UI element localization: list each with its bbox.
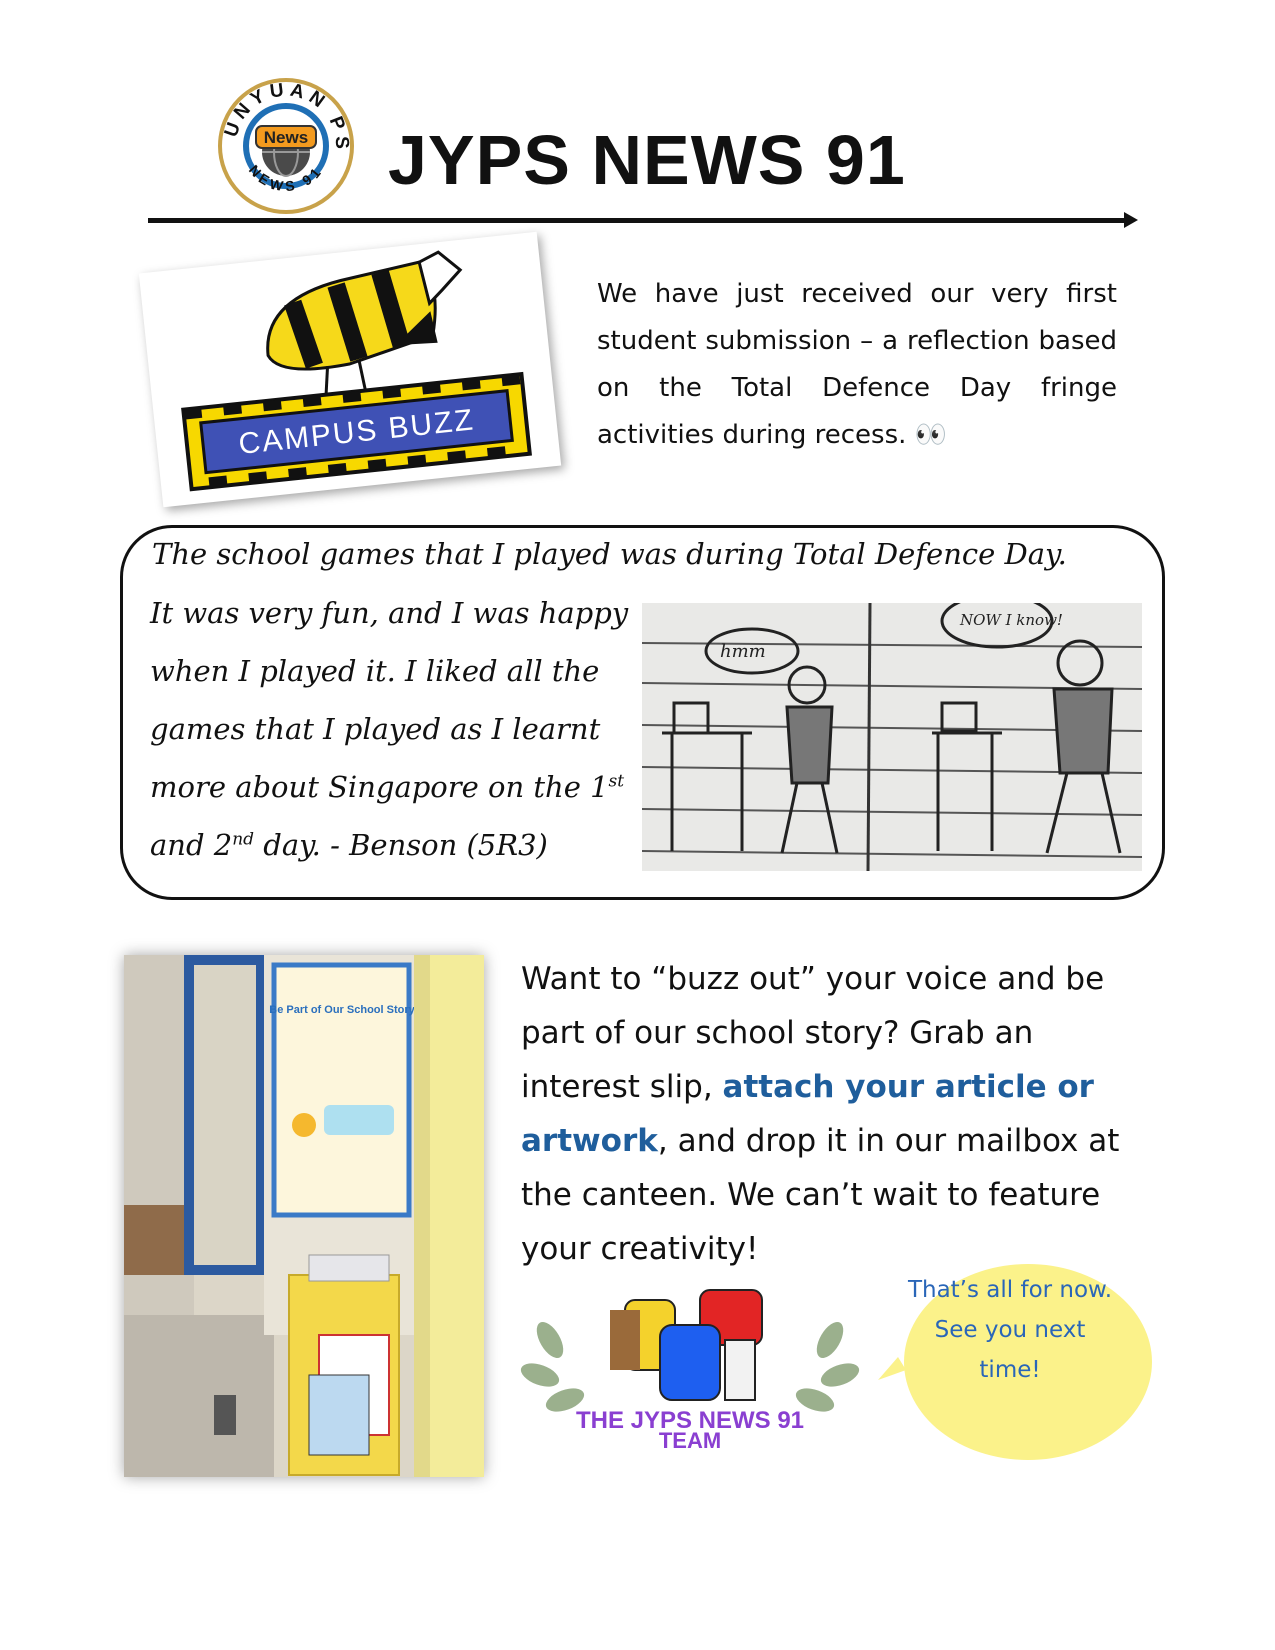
reflection-line-6: and 2nd day. - Benson (5R3)	[150, 828, 548, 862]
header-divider	[148, 218, 1128, 223]
call-to-action-paragraph: Want to “buzz out” your voice and be par…	[521, 952, 1121, 1276]
reflection-line-6-sup: nd	[232, 829, 255, 850]
closing-message: That’s all for now. See you next time!	[907, 1277, 1113, 1383]
reflection-line-2: It was very fun, and I was happy	[150, 596, 629, 630]
reflection-line-5-text: more about Singapore on the 1	[150, 770, 609, 804]
reflection-line-5-sup: st	[608, 771, 625, 792]
reflection-line-4: games that I played as I learnt	[150, 712, 601, 746]
reflection-line-3: when I played it. I liked all the	[150, 654, 600, 688]
reflection-line-6-text: and 2	[150, 828, 233, 862]
drawing-right-bubble: NOW I know!	[959, 611, 1063, 629]
logo-center-text: News	[264, 128, 308, 147]
student-drawing: hmm NOW I know!	[641, 593, 1143, 872]
reflection-line-1: The school games that I played was durin…	[152, 537, 1067, 571]
intro-paragraph: We have just received our very first stu…	[597, 279, 1117, 450]
team-logo-line-2: TEAM	[659, 1428, 721, 1450]
poster-title: Be Part of Our School Story	[269, 1004, 415, 1016]
reflection-line-5: more about Singapore on the 1st	[150, 770, 624, 804]
mailbox-photo: Be Part of Our School Story	[124, 955, 484, 1477]
news-logo: JUNYUAN PS NEWS 91 News	[208, 60, 356, 216]
reflection-line-6-author: day. - Benson (5R3)	[254, 828, 548, 862]
campus-buzz-image: CAMPUS BUZZ	[138, 231, 562, 508]
divider-arrow-icon	[1124, 212, 1138, 228]
page-title: JYPS NEWS 91	[388, 121, 906, 199]
team-logo: THE JYPS NEWS 91 TEAM	[520, 1280, 860, 1453]
drawing-left-bubble: hmm	[720, 641, 766, 662]
